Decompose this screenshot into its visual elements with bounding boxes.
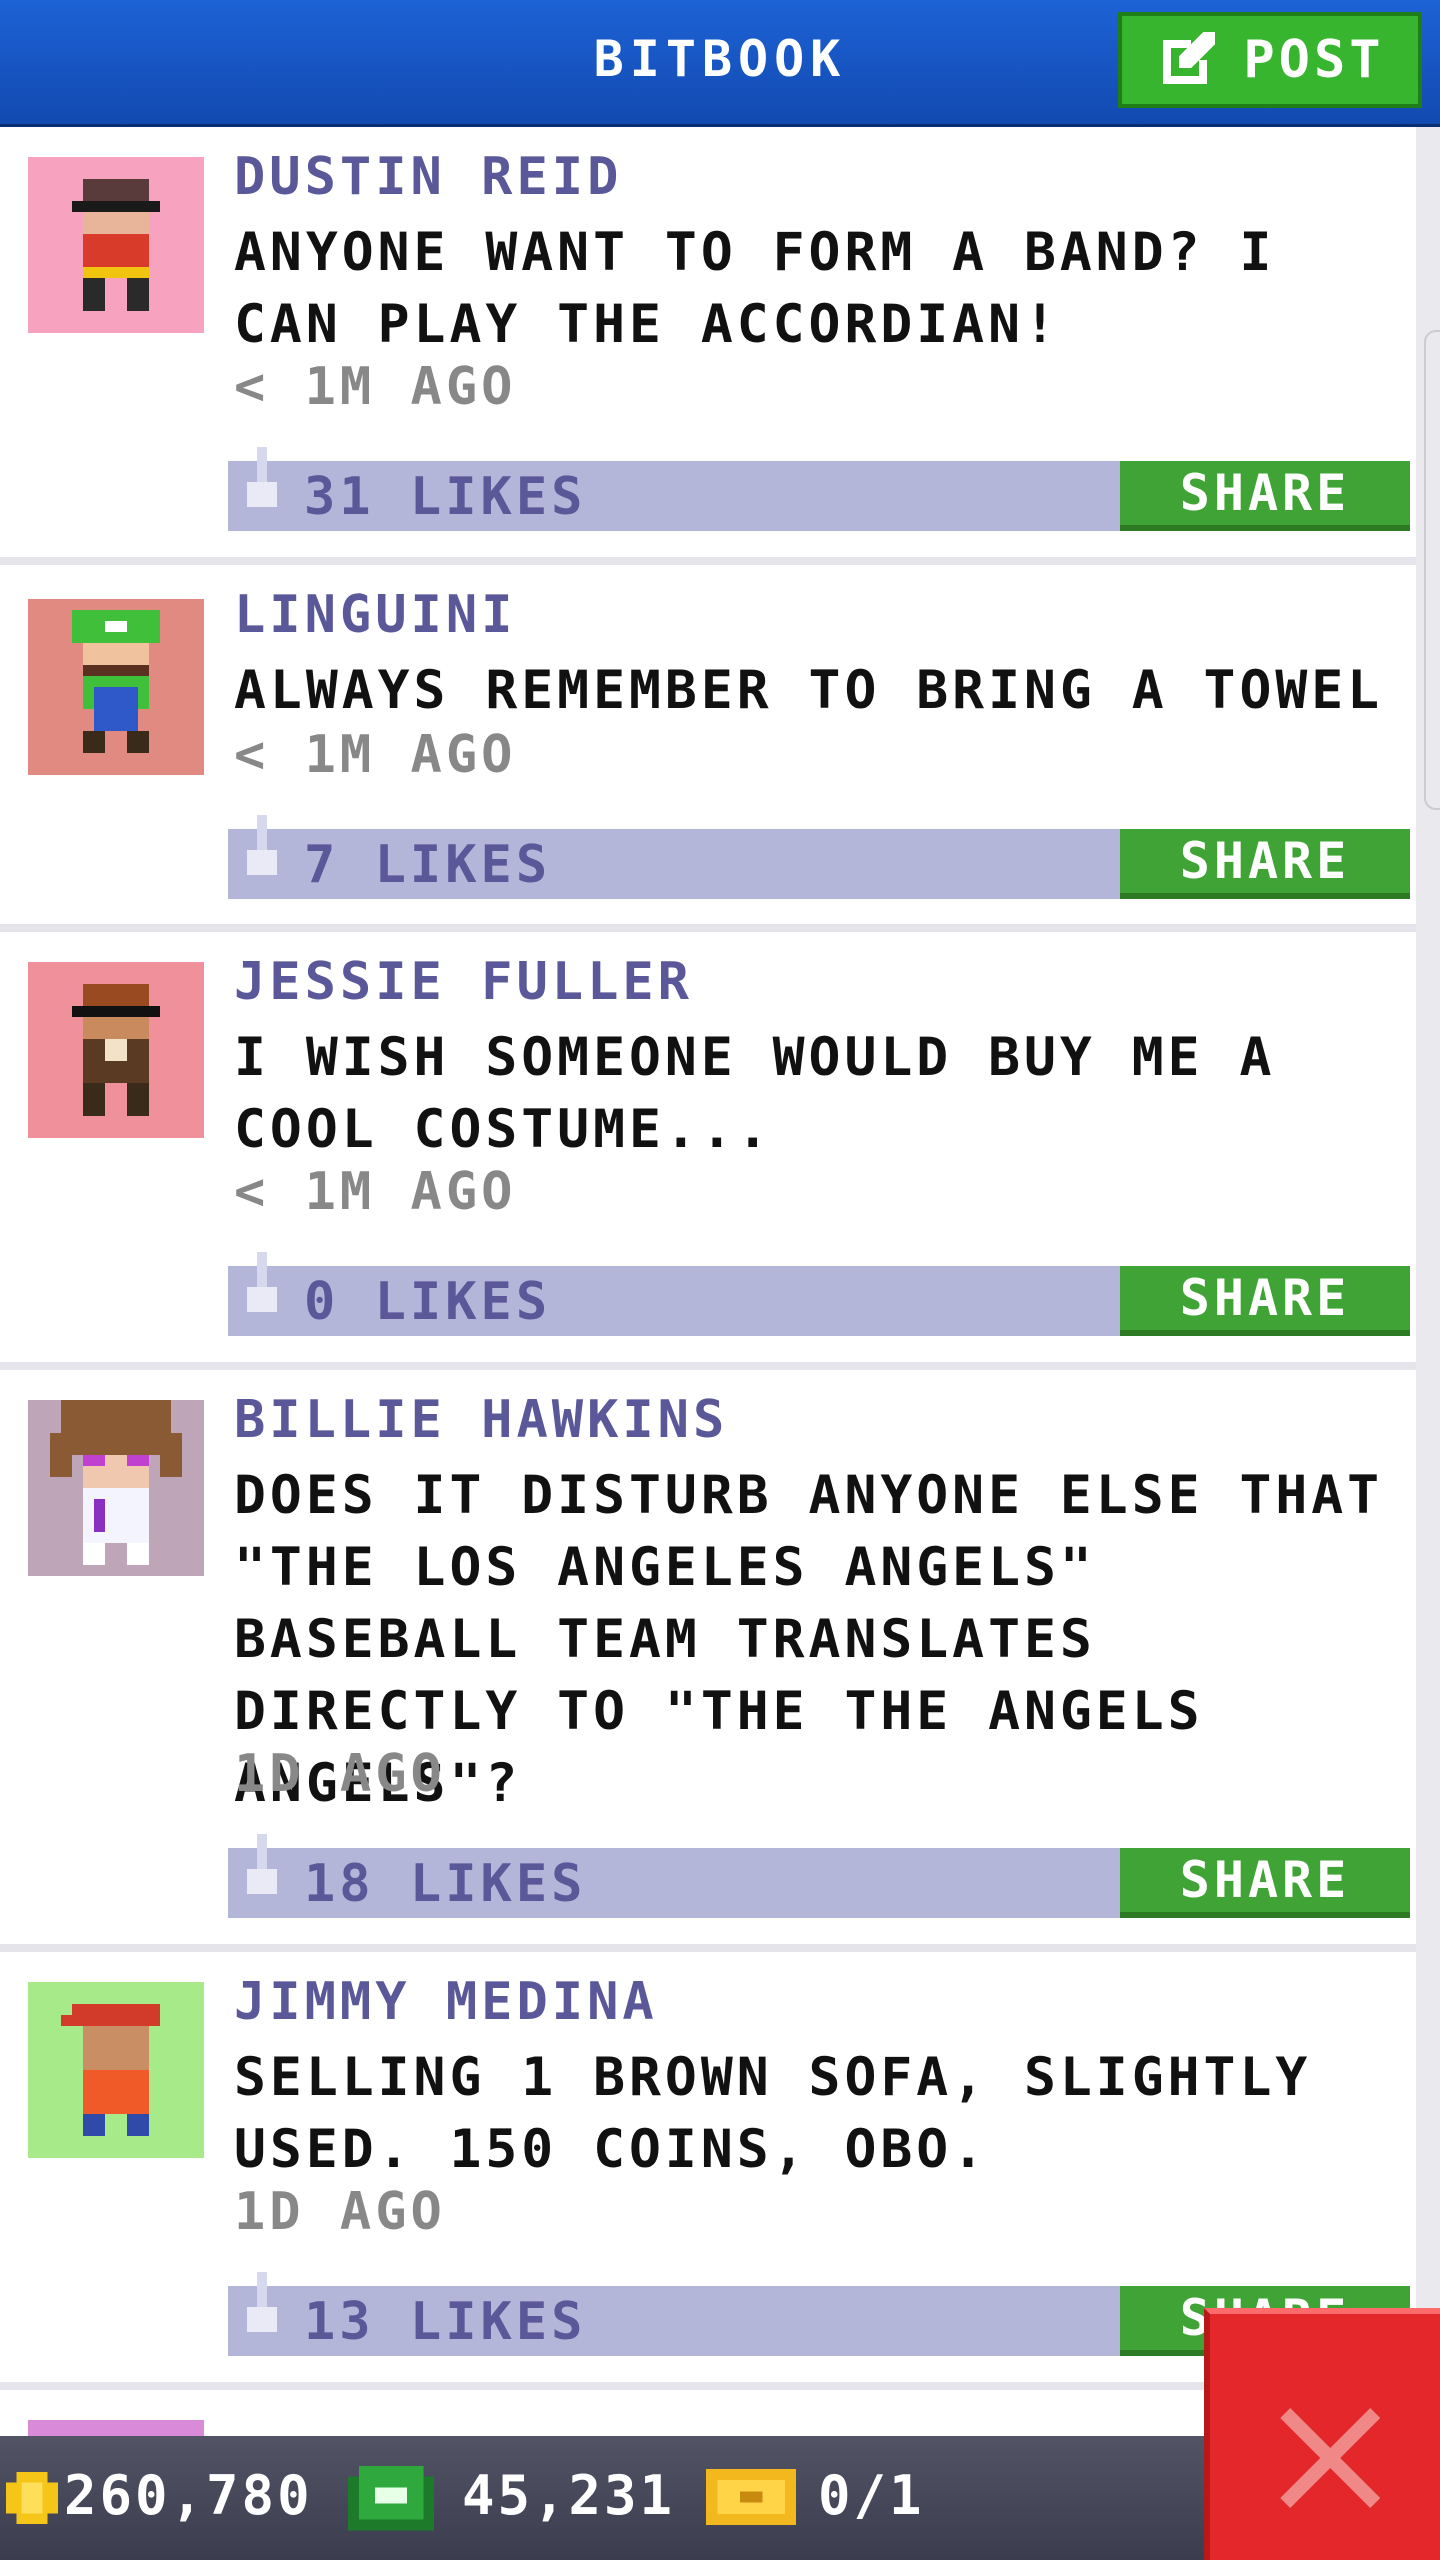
- feed-post: DUSTIN REID ANYONE WANT TO FORM A BAND? …: [0, 127, 1416, 557]
- divider: [0, 557, 1416, 565]
- post-message: ALWAYS REMEMBER TO BRING A TOWEL: [234, 660, 1384, 721]
- post-message: SELLING 1 BROWN SOFA, SLIGHTLY USED. 150…: [234, 2047, 1312, 2180]
- app-header: BITBOOK POST: [0, 0, 1440, 127]
- thumbs-up-icon[interactable]: [242, 447, 282, 517]
- thumbs-up-icon[interactable]: [242, 1252, 282, 1322]
- like-bar: 18 LIKES SHARE: [228, 1834, 1410, 1918]
- post-label: POST: [1243, 30, 1385, 90]
- divider: [0, 924, 1416, 932]
- like-bar: 0 LIKES SHARE: [228, 1252, 1410, 1336]
- share-button[interactable]: SHARE: [1120, 1848, 1410, 1918]
- like-count: 18 LIKES: [304, 1854, 587, 1914]
- post-author[interactable]: DUSTIN REID: [234, 147, 622, 207]
- post-author[interactable]: JESSIE FULLER: [234, 952, 693, 1012]
- avatar: [28, 1400, 204, 1576]
- coin-count: 260,780: [64, 2464, 313, 2527]
- post-button[interactable]: POST: [1118, 12, 1422, 108]
- post-time: < 1M AGO: [234, 1162, 517, 1222]
- post-message: ANYONE WANT TO FORM A BAND? I CAN PLAY T…: [234, 222, 1276, 355]
- thumbs-up-icon[interactable]: [242, 815, 282, 885]
- avatar: [28, 599, 204, 775]
- post-message: I WISH SOMEONE WOULD BUY ME A COOL COSTU…: [234, 1027, 1276, 1160]
- close-button[interactable]: [1204, 2308, 1440, 2560]
- coin-icon: [6, 2472, 58, 2524]
- like-count: 13 LIKES: [304, 2292, 587, 2352]
- thumbs-up-icon[interactable]: [242, 2272, 282, 2342]
- scroll-indicator[interactable]: [1424, 330, 1440, 810]
- like-count: 7 LIKES: [304, 835, 552, 895]
- post-author[interactable]: BILLIE HAWKINS: [234, 1390, 728, 1450]
- edit-icon: [1163, 32, 1216, 84]
- post-author[interactable]: JIMMY MEDINA: [234, 1972, 658, 2032]
- like-count: 0 LIKES: [304, 1272, 552, 1332]
- avatar: [28, 1982, 204, 2158]
- like-bar: 7 LIKES SHARE: [228, 815, 1410, 899]
- divider: [0, 1362, 1416, 1370]
- post-time: < 1M AGO: [234, 725, 517, 785]
- divider: [0, 1944, 1416, 1952]
- post-time: < 1M AGO: [234, 357, 517, 417]
- feed-post: JESSIE FULLER I WISH SOMEONE WOULD BUY M…: [0, 932, 1416, 1362]
- share-button[interactable]: SHARE: [1120, 461, 1410, 531]
- avatar: [28, 157, 204, 333]
- like-count: 31 LIKES: [304, 467, 587, 527]
- like-bar: 31 LIKES SHARE: [228, 447, 1410, 531]
- post-time: 1D AGO: [234, 2182, 446, 2242]
- bux-icon: [348, 2465, 434, 2531]
- post-time: 1D AGO: [234, 1744, 446, 1804]
- bux-count: 45,231: [462, 2464, 676, 2527]
- share-button[interactable]: SHARE: [1120, 1266, 1410, 1336]
- ticket-icon: [706, 2468, 796, 2526]
- avatar: [28, 962, 204, 1138]
- post-author[interactable]: LINGUINI: [234, 585, 516, 645]
- thumbs-up-icon[interactable]: [242, 1834, 282, 1904]
- feed-post: BILLIE HAWKINS DOES IT DISTURB ANYONE EL…: [0, 1370, 1416, 1944]
- close-icon: [1280, 2408, 1380, 2508]
- feed-post: LINGUINI ALWAYS REMEMBER TO BRING A TOWE…: [0, 565, 1416, 924]
- share-button[interactable]: SHARE: [1120, 829, 1410, 899]
- ticket-count: 0/1: [818, 2464, 925, 2527]
